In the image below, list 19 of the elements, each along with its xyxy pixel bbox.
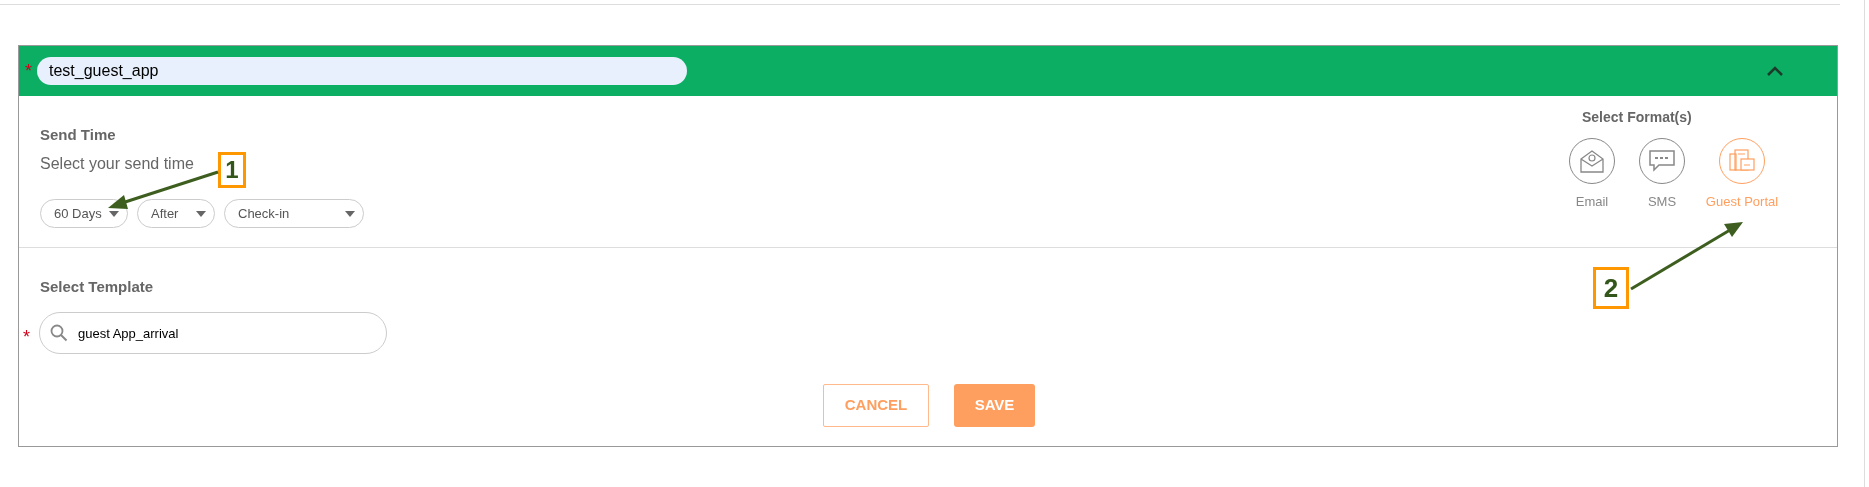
section-title: Send Time <box>40 126 116 144</box>
envelope-icon <box>1579 148 1605 174</box>
caret-icon <box>196 210 206 217</box>
section-title: Select Format(s) <box>1582 108 1693 126</box>
callout-label: 2 <box>1593 267 1629 309</box>
format-label: Email <box>1575 193 1609 211</box>
caret-icon <box>345 210 355 217</box>
callout-label: 1 <box>218 152 246 188</box>
documents-icon <box>1728 148 1756 174</box>
format-label: SMS <box>1647 193 1677 211</box>
template-search-field[interactable]: guest App_arrival <box>39 312 387 354</box>
section-subtitle: Select your send time <box>40 154 194 174</box>
section-title: Select Template <box>40 278 154 296</box>
required-mark: * <box>25 59 33 83</box>
name-field[interactable]: test_guest_app <box>37 57 687 85</box>
required-mark: * <box>23 325 31 349</box>
format-label: Guest Portal <box>1705 193 1779 211</box>
search-icon <box>50 324 68 342</box>
chat-bubble-icon <box>1648 149 1676 173</box>
